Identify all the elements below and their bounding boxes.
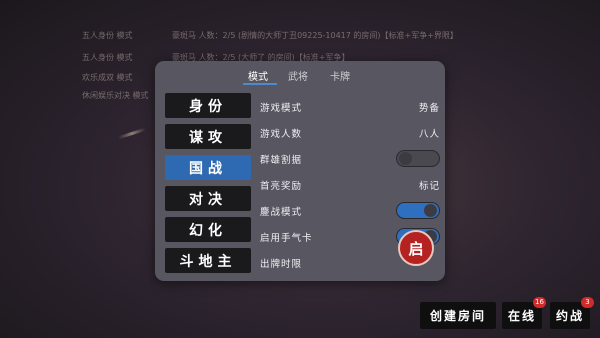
online-label: 在线 — [507, 309, 536, 323]
option-battle-mode: 鏖战模式 — [260, 200, 440, 220]
battle-mode-toggle[interactable] — [396, 202, 440, 219]
category-identity[interactable]: 身份 — [165, 93, 251, 118]
start-button[interactable]: 启 — [398, 230, 434, 266]
option-label: 出牌时限 — [260, 259, 303, 270]
option-label: 游戏人数 — [260, 129, 303, 140]
warlords-toggle[interactable] — [396, 150, 440, 167]
option-value[interactable]: 八人 — [419, 126, 440, 140]
invite-label: 约战 — [555, 309, 584, 323]
tab-generals[interactable]: 武将 — [288, 68, 308, 83]
room-mode: 欢乐成双 模式 — [82, 73, 133, 82]
room-mode: 五人身份 模式 — [82, 31, 133, 40]
toggle-knob — [424, 204, 437, 217]
room-row[interactable]: 五人身份 模式 豪斑马 人数：2/5 (剧情的大师丁丑09225-10417 的… — [82, 30, 542, 48]
option-label: 游戏模式 — [260, 103, 303, 114]
decorative-stroke-icon — [118, 127, 146, 140]
room-mode: 休闲娱乐对决 模式 — [82, 91, 149, 100]
option-label: 鏖战模式 — [260, 207, 303, 218]
option-value[interactable]: 标记 — [419, 178, 440, 192]
option-first-reveal-reward[interactable]: 首亮奖励 标记 — [260, 174, 440, 194]
tab-underline — [243, 83, 277, 85]
option-label: 启用手气卡 — [260, 233, 313, 244]
category-landlord[interactable]: 斗地主 — [165, 248, 251, 273]
online-button[interactable]: 在线 16 — [502, 297, 546, 329]
option-label: 首亮奖励 — [260, 181, 303, 192]
option-game-mode[interactable]: 游戏模式 势备 — [260, 96, 440, 116]
tab-mode[interactable]: 模式 — [248, 68, 268, 83]
tab-cards[interactable]: 卡牌 — [330, 68, 350, 83]
toggle-knob — [399, 152, 412, 165]
category-strategy[interactable]: 谋攻 — [165, 124, 251, 149]
category-transform[interactable]: 幻化 — [165, 217, 251, 242]
tab-bar: 模式 武将 卡牌 — [155, 61, 445, 87]
online-count-badge: 16 — [533, 297, 546, 308]
invite-count-badge: 3 — [581, 297, 594, 308]
create-room-button[interactable]: 创建房间 — [420, 302, 496, 329]
category-kingdom-war[interactable]: 国战 — [165, 155, 251, 180]
option-player-count[interactable]: 游戏人数 八人 — [260, 122, 440, 142]
option-value[interactable]: 势备 — [419, 100, 440, 114]
option-label: 群雄割据 — [260, 155, 303, 166]
room-mode: 五人身份 模式 — [82, 53, 133, 62]
option-warlords: 群雄割据 — [260, 148, 440, 168]
category-duel[interactable]: 对决 — [165, 186, 251, 211]
invite-button[interactable]: 约战 3 — [550, 297, 594, 329]
room-detail: 豪斑马 人数：2/5 (剧情的大师丁丑09225-10417 的房间)【标准+军… — [172, 31, 458, 40]
